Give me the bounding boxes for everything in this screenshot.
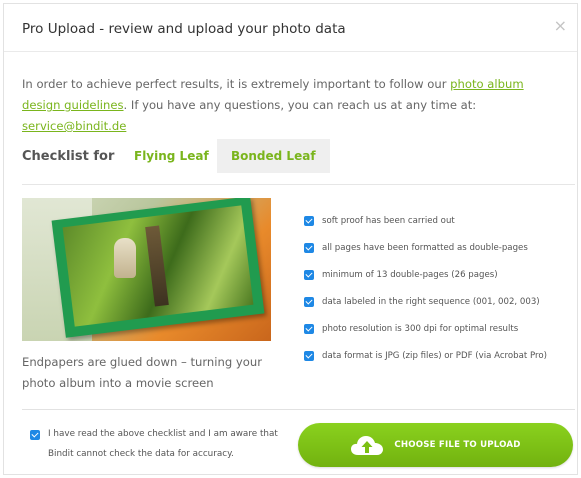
close-icon[interactable]: × xyxy=(554,18,567,34)
list-item: photo resolution is 300 dpi for optimal … xyxy=(304,315,547,342)
email-link[interactable]: service@bindit.de xyxy=(22,119,126,133)
checkbox-checked-icon xyxy=(304,296,314,307)
list-item: data labeled in the right sequence (001,… xyxy=(304,288,547,315)
modal-title: Pro Upload - review and upload your phot… xyxy=(22,21,346,37)
list-item: minimum of 13 double-pages (26 pages) xyxy=(304,261,547,288)
photo-album-image xyxy=(22,198,271,341)
checkbox-checked-icon xyxy=(304,350,314,361)
list-item: data format is JPG (zip files) or PDF (v… xyxy=(304,342,547,369)
checkbox-checked-icon xyxy=(304,323,314,334)
intro-text-part-2: . If you have any questions, you can rea… xyxy=(123,98,477,112)
intro-text-part-1: In order to achieve perfect results, it … xyxy=(22,77,451,91)
modal-header: Pro Upload - review and upload your phot… xyxy=(4,4,577,52)
checklist-label: Checklist for xyxy=(22,149,115,164)
confirm-checkbox-row[interactable]: I have read the above checklist and I am… xyxy=(30,428,290,464)
choose-file-button[interactable]: CHOOSE FILE TO UPLOAD xyxy=(298,423,573,467)
checklist-item-label: soft proof has been carried out xyxy=(322,215,455,226)
upload-modal: Pro Upload - review and upload your phot… xyxy=(3,3,578,475)
divider xyxy=(22,409,575,410)
checklist-items: soft proof has been carried out all page… xyxy=(304,207,547,369)
checklist-item-label: minimum of 13 double-pages (26 pages) xyxy=(322,269,498,280)
checklist-item-label: data format is JPG (zip files) or PDF (v… xyxy=(322,350,547,361)
confirm-text: I have read the above checklist and I am… xyxy=(48,429,278,459)
checkbox-checked-icon xyxy=(304,242,314,253)
checklist-item-label: photo resolution is 300 dpi for optimal … xyxy=(322,323,519,334)
list-item: soft proof has been carried out xyxy=(304,207,547,234)
checkbox-checked-icon xyxy=(304,215,314,226)
cloud-upload-icon xyxy=(351,436,384,455)
tab-flying-leaf[interactable]: Flying Leaf xyxy=(120,139,223,173)
list-item: all pages have been formatted as double-… xyxy=(304,234,547,261)
divider xyxy=(22,184,575,185)
checklist-item-label: all pages have been formatted as double-… xyxy=(322,242,528,253)
tab-bonded-leaf[interactable]: Bonded Leaf xyxy=(217,139,330,173)
person-figure xyxy=(114,238,136,278)
choose-file-label: CHOOSE FILE TO UPLOAD xyxy=(394,440,521,450)
confirm-checkbox[interactable] xyxy=(30,430,40,440)
checklist-item-label: data labeled in the right sequence (001,… xyxy=(322,296,540,307)
image-caption: Endpapers are glued down – turning your … xyxy=(22,355,262,390)
intro-text: In order to achieve perfect results, it … xyxy=(22,74,557,137)
checkbox-checked-icon xyxy=(304,269,314,280)
